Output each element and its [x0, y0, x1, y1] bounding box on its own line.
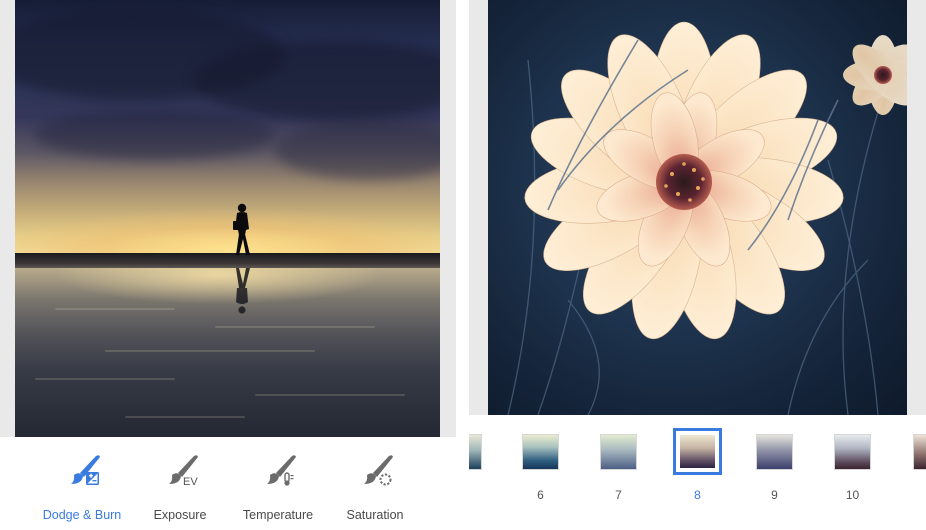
dodge-burn-label: Dodge & Burn	[42, 508, 122, 522]
cloud	[35, 110, 275, 160]
dodge-burn-tool-button[interactable]: Dodge & Burn	[30, 437, 134, 530]
filter-label-9: 9	[771, 488, 778, 502]
filter-label-6: 6	[537, 488, 544, 502]
brush-temperature-icon	[267, 455, 296, 486]
saturation-label: Saturation	[346, 508, 404, 522]
filter-thumb-partial-left[interactable]	[469, 434, 482, 470]
filter-label-10: 10	[845, 488, 860, 502]
dahlia-illustration	[507, 21, 907, 415]
temperature-label: Temperature	[242, 508, 314, 522]
exposure-label: Exposure	[153, 508, 207, 522]
brush-exposure-icon: EV	[169, 455, 198, 488]
walking-person-reflection	[236, 268, 250, 314]
filter-thumb-9[interactable]	[756, 434, 793, 470]
filter-label-8: 8	[694, 488, 701, 502]
filter-panel: 6 7 8 9 10	[469, 0, 926, 530]
walking-person-silhouette	[233, 203, 250, 255]
dahlia-flower-photo	[488, 0, 907, 415]
filter-label-7: 7	[615, 488, 622, 502]
beach-sunset-photo	[15, 0, 440, 437]
filter-thumb-partial-right[interactable]	[913, 434, 926, 470]
saturation-tool-button[interactable]: Saturation	[323, 437, 427, 530]
brush-toolbar: Dodge & Burn EV Exposure Temperature Sat…	[0, 437, 456, 530]
brush-saturation-icon	[364, 455, 393, 486]
filter-thumb-7[interactable]	[600, 434, 637, 470]
brush-dodge-burn-icon	[71, 455, 100, 485]
exposure-tool-button[interactable]: EV Exposure	[128, 437, 232, 530]
temperature-tool-button[interactable]: Temperature	[226, 437, 330, 530]
brush-tools-panel: Dodge & Burn EV Exposure Temperature Sat…	[0, 0, 456, 530]
filter-thumb-6[interactable]	[522, 434, 559, 470]
filter-thumb-10[interactable]	[834, 434, 871, 470]
ev-badge: EV	[183, 476, 198, 488]
filter-thumb-8[interactable]	[673, 428, 722, 475]
